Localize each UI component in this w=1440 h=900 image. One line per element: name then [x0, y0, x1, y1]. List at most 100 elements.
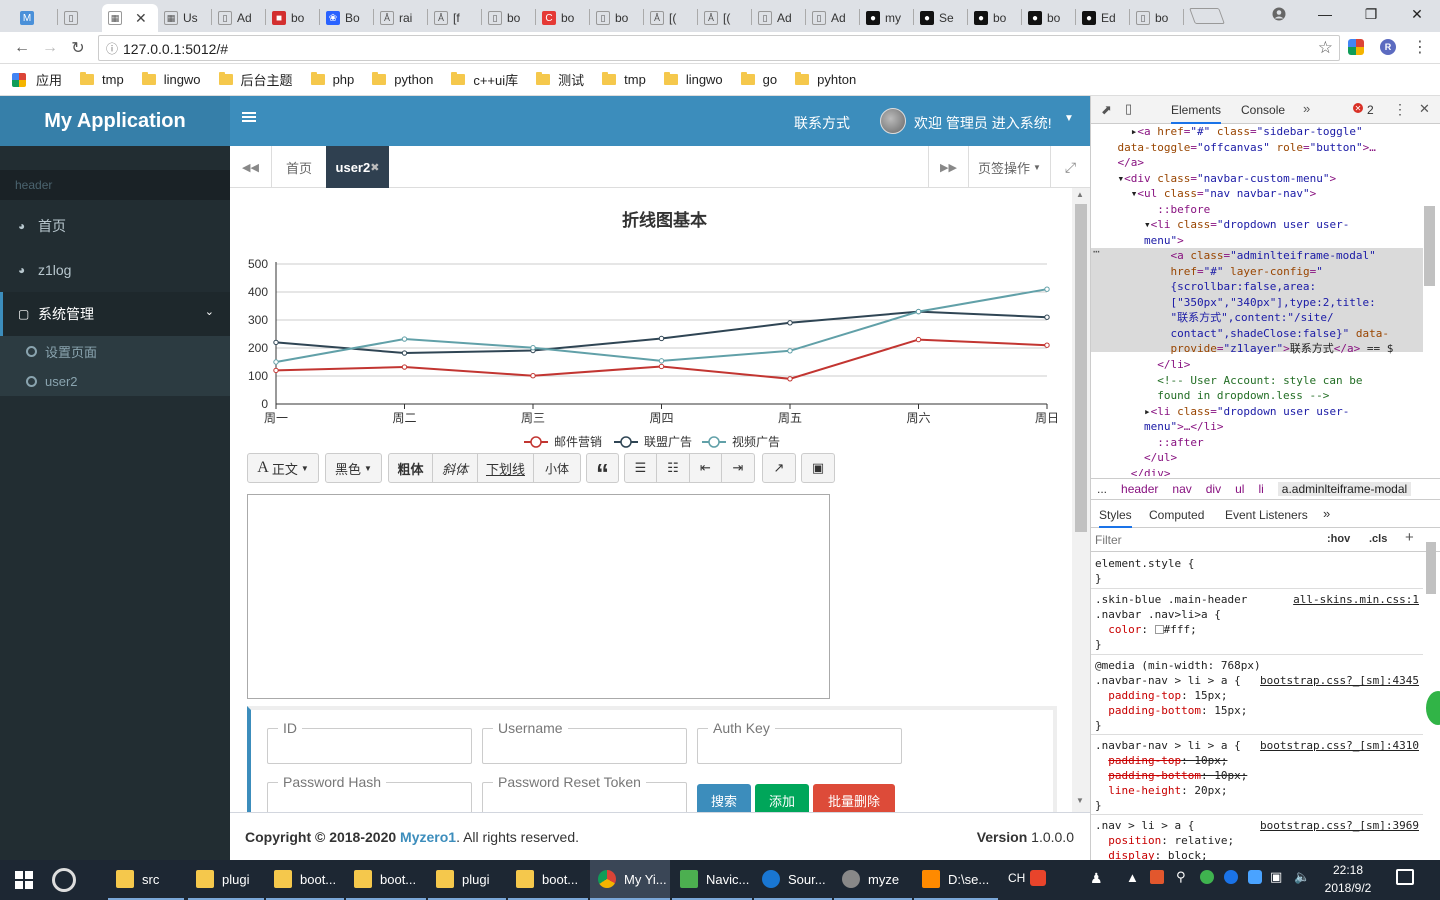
- browser-tab[interactable]: ❀ Bo: [320, 4, 374, 32]
- username-field[interactable]: Username: [482, 720, 687, 764]
- contact-link[interactable]: 联系方式: [794, 113, 850, 133]
- browser-tab[interactable]: Cbo: [536, 4, 590, 32]
- bookmark-item[interactable]: 后台主题: [218, 70, 293, 89]
- more-tabs-icon[interactable]: »: [1323, 506, 1330, 521]
- outdent-icon[interactable]: ⇤: [689, 453, 722, 483]
- people-icon[interactable]: ♟: [1090, 870, 1103, 887]
- taskbar-item[interactable]: Navic...: [672, 860, 752, 900]
- auth-key-field[interactable]: Auth Key: [697, 720, 902, 764]
- styles-pane[interactable]: element.style { } .skin-blue .main-heade…: [1091, 554, 1423, 860]
- indent-icon[interactable]: ⇥: [721, 453, 755, 483]
- browser-tab[interactable]: Å [(: [644, 4, 698, 32]
- browser-tab[interactable]: ▯ Ad: [806, 4, 860, 32]
- sidebar-toggle-icon[interactable]: [242, 110, 260, 130]
- add-button[interactable]: 添加: [755, 784, 809, 812]
- ime-s-icon[interactable]: [1030, 870, 1046, 886]
- id-field[interactable]: ID: [267, 720, 472, 764]
- forward-arrow-icon[interactable]: →: [38, 36, 62, 60]
- text-color-dropdown[interactable]: 黑色 ▼: [325, 453, 382, 483]
- task-view-icon[interactable]: [52, 868, 76, 892]
- browser-tab[interactable]: ▦ Us: [158, 4, 212, 32]
- content-scrollbar[interactable]: ▲ ▼: [1072, 188, 1090, 812]
- bookmark-item[interactable]: pyhton: [795, 72, 856, 87]
- browser-tab[interactable]: ▦ ✕: [102, 4, 158, 32]
- password-hash-field[interactable]: Password Hash: [267, 774, 472, 812]
- user-avatar[interactable]: [880, 108, 906, 134]
- underline-button[interactable]: 下划线: [477, 453, 534, 483]
- error-icon[interactable]: ✕: [1353, 103, 1363, 113]
- scrollbar-thumb[interactable]: [1075, 204, 1087, 532]
- tray-green-icon[interactable]: [1200, 870, 1214, 884]
- taskbar-item[interactable]: myze: [834, 860, 912, 900]
- styles-scrollbar[interactable]: [1426, 542, 1436, 594]
- bookmark-item[interactable]: php: [310, 72, 354, 87]
- browser-tab[interactable]: ■ bo: [266, 4, 320, 32]
- close-window-icon[interactable]: ✕: [1394, 0, 1440, 28]
- devtools-menu-icon[interactable]: ⋮: [1393, 101, 1407, 118]
- clock-time[interactable]: 22:18: [1322, 863, 1374, 877]
- browser-tab[interactable]: ▯ bo: [590, 4, 644, 32]
- unordered-list-icon[interactable]: ☰: [624, 453, 657, 483]
- sidebar-item-home[interactable]: ◕ 首页: [0, 204, 230, 248]
- tab-elements[interactable]: Elements: [1171, 103, 1222, 124]
- browser-tab[interactable]: ● bo: [1022, 4, 1076, 32]
- caret-down-icon[interactable]: ▼: [1064, 113, 1074, 124]
- styles-filter-input[interactable]: [1095, 531, 1315, 549]
- image-icon[interactable]: ▣: [801, 453, 835, 483]
- browser-tab[interactable]: ● Se: [914, 4, 968, 32]
- bookmark-item[interactable]: go: [740, 72, 777, 87]
- link-icon[interactable]: ↗: [762, 453, 796, 483]
- scroll-down-icon[interactable]: ▼: [1076, 796, 1084, 805]
- tray-app-icon[interactable]: ▲: [1126, 870, 1139, 885]
- ime-indicator[interactable]: CH: [1008, 871, 1025, 885]
- bookmark-item[interactable]: 测试: [536, 70, 584, 89]
- address-bar[interactable]: ⓘ 127.0.0.1:5012/# ☆: [98, 35, 1340, 61]
- page-ops-dropdown[interactable]: 页签操作 ▼: [968, 146, 1050, 188]
- browser-tab[interactable]: Å [f: [428, 4, 482, 32]
- bookmark-item[interactable]: lingwo: [141, 72, 201, 87]
- tab-console[interactable]: Console: [1241, 103, 1285, 117]
- breadcrumb-item[interactable]: li: [1258, 482, 1263, 496]
- taskbar-item[interactable]: plugi: [188, 860, 264, 900]
- tabs-scroll-left-icon[interactable]: ◀◀: [230, 146, 272, 188]
- browser-tab[interactable]: ▯: [58, 4, 102, 32]
- browser-tab[interactable]: Å [(: [698, 4, 752, 32]
- more-tabs-icon[interactable]: »: [1303, 101, 1310, 116]
- breadcrumb-item[interactable]: div: [1206, 482, 1221, 496]
- breadcrumb-item[interactable]: nav: [1172, 482, 1191, 496]
- bold-button[interactable]: 粗体: [388, 453, 433, 483]
- scroll-up-icon[interactable]: ▲: [1076, 190, 1084, 199]
- reload-icon[interactable]: ↻: [66, 36, 90, 60]
- add-rule-icon[interactable]: +: [1405, 529, 1414, 546]
- bookmark-item[interactable]: tmp: [602, 72, 646, 87]
- bookmark-item[interactable]: lingwo: [663, 72, 723, 87]
- tray-blue-icon[interactable]: [1224, 870, 1238, 884]
- fullscreen-icon[interactable]: ⤢: [1050, 146, 1090, 188]
- hov-toggle[interactable]: :hov: [1327, 533, 1350, 545]
- browser-tab[interactable]: ▯ bo: [482, 4, 536, 32]
- browser-tab[interactable]: M: [14, 4, 58, 32]
- tabs-scroll-right-icon[interactable]: ▶▶: [928, 146, 968, 188]
- sidebar-item-system[interactable]: ▢ 系统管理 ⌄: [0, 292, 230, 336]
- breadcrumb-item[interactable]: header: [1121, 482, 1158, 496]
- tray-red-icon[interactable]: [1150, 870, 1164, 884]
- blockquote-button[interactable]: “: [586, 453, 619, 488]
- tab-event-listeners[interactable]: Event Listeners: [1225, 508, 1308, 522]
- network-icon[interactable]: ▣: [1270, 869, 1282, 885]
- bookmark-star-icon[interactable]: ☆: [1318, 38, 1333, 58]
- tab-user2[interactable]: user2 ✖: [326, 146, 389, 188]
- browser-tab[interactable]: Årai: [374, 4, 428, 32]
- company-link[interactable]: Myzero1: [400, 829, 456, 845]
- taskbar-item[interactable]: boot...: [346, 860, 426, 900]
- tab-styles[interactable]: Styles: [1099, 508, 1132, 528]
- inspect-icon[interactable]: ⬈: [1101, 102, 1112, 118]
- breadcrumb-item[interactable]: ...: [1097, 482, 1107, 496]
- dom-tree-scrollbar[interactable]: [1424, 206, 1435, 286]
- password-reset-token-field[interactable]: Password Reset Token: [482, 774, 687, 812]
- bookmark-item[interactable]: c++ui库: [451, 70, 518, 89]
- device-toggle-icon[interactable]: ▯: [1125, 101, 1132, 117]
- text-style-dropdown[interactable]: A 正文 ▼: [247, 453, 319, 483]
- devtools-close-icon[interactable]: ✕: [1419, 101, 1430, 117]
- taskbar-item[interactable]: Sour...: [754, 860, 832, 900]
- floating-badge[interactable]: [1423, 688, 1440, 728]
